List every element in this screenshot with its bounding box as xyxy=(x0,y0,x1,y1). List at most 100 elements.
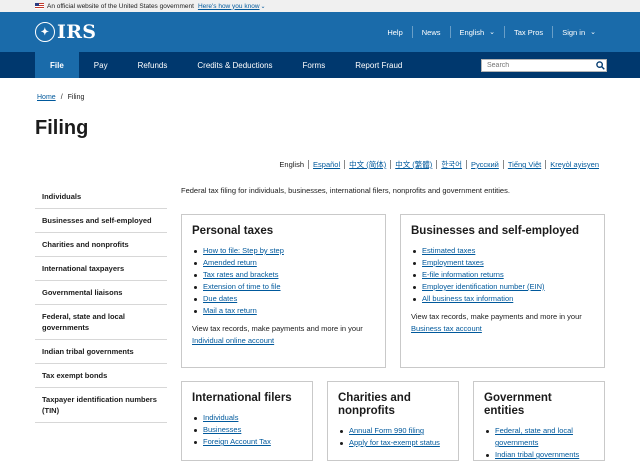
how-to-file-link[interactable]: How to file: Step by step xyxy=(203,246,284,255)
employment-taxes-link[interactable]: Employment taxes xyxy=(422,258,484,267)
page-title: Filing xyxy=(35,117,89,139)
list-item: Employer identification number (EIN) xyxy=(411,281,594,293)
list-item: E-file information returns xyxy=(411,269,594,281)
sidebar-item-charities[interactable]: Charities and nonprofits xyxy=(35,233,167,257)
note-text: View tax records, make payments and more… xyxy=(411,312,582,321)
government-entities-card: Government entities Federal, state and l… xyxy=(473,381,605,461)
list-item: Mail a tax return xyxy=(192,305,375,317)
nav-refunds[interactable]: Refunds xyxy=(123,52,183,78)
sidebar-item-individuals[interactable]: Individuals xyxy=(35,185,167,209)
nav-credits-deductions[interactable]: Credits & Deductions xyxy=(182,52,287,78)
card-title: Personal taxes xyxy=(192,225,274,237)
list-item: Indian tribal governments xyxy=(484,449,594,461)
link-list: Annual Form 990 filing Apply for tax-exe… xyxy=(338,425,448,449)
link-list: Federal, state and local governments Ind… xyxy=(484,425,594,461)
due-dates-link[interactable]: Due dates xyxy=(203,294,237,303)
sidebar-item-international[interactable]: International taxpayers xyxy=(35,257,167,281)
lang-haitian-creole[interactable]: Kreyòl ayisyen xyxy=(550,160,599,169)
intl-businesses-link[interactable]: Businesses xyxy=(203,425,241,434)
foreign-account-tax-link[interactable]: Foreign Account Tax xyxy=(203,437,271,446)
site-header: ✦ IRS Help News English ⌄ Tax Pros Sign i… xyxy=(0,12,640,52)
card-note: View tax records, make payments and more… xyxy=(192,323,375,347)
language-label: English xyxy=(459,27,485,37)
news-link[interactable]: News xyxy=(411,26,450,38)
list-item: Extension of time to file xyxy=(192,281,375,293)
heres-how-you-know-link[interactable]: Here's how you know xyxy=(198,3,260,10)
lang-russian[interactable]: Русский xyxy=(471,160,499,169)
help-link[interactable]: Help xyxy=(378,26,411,38)
tax-pros-link[interactable]: Tax Pros xyxy=(504,26,552,38)
tax-rates-link[interactable]: Tax rates and brackets xyxy=(203,270,278,279)
sign-in-label: Sign in xyxy=(562,27,586,37)
list-item: Apply for tax-exempt status xyxy=(338,437,448,449)
nav-file[interactable]: File xyxy=(35,52,79,78)
search-box xyxy=(481,58,607,72)
list-item: Individuals xyxy=(192,412,302,424)
lang-english: English xyxy=(279,160,305,169)
chevron-down-icon: ⌄ xyxy=(590,29,596,36)
chevron-down-icon[interactable]: ⌄ xyxy=(261,3,266,10)
card-note: View tax records, make payments and more… xyxy=(411,311,594,335)
extension-link[interactable]: Extension of time to file xyxy=(203,282,281,291)
language-menu[interactable]: English ⌄ xyxy=(449,26,504,38)
lang-spanish[interactable]: Español xyxy=(313,160,340,169)
link-list: Estimated taxes Employment taxes E-file … xyxy=(411,245,594,305)
sidebar-item-businesses[interactable]: Businesses and self-employed xyxy=(35,209,167,233)
lang-korean[interactable]: 한국어 xyxy=(441,160,462,169)
list-item: Employment taxes xyxy=(411,257,594,269)
help-label: Help xyxy=(387,27,403,37)
international-filers-card: International filers Individuals Busines… xyxy=(181,381,313,461)
breadcrumb-current: Filing xyxy=(67,94,85,101)
efile-info-returns-link[interactable]: E-file information returns xyxy=(422,270,504,279)
breadcrumb-home-link[interactable]: Home xyxy=(37,94,56,101)
estimated-taxes-link[interactable]: Estimated taxes xyxy=(422,246,475,255)
intro-text: Federal tax filing for individuals, busi… xyxy=(181,186,510,195)
lang-chinese-simplified[interactable]: 中文 (简体) xyxy=(349,160,386,169)
list-item: Foreign Account Tax xyxy=(192,436,302,448)
form-990-link[interactable]: Annual Form 990 filing xyxy=(349,426,424,435)
breadcrumb: Home / Filing xyxy=(37,94,84,101)
amended-return-link[interactable]: Amended return xyxy=(203,258,257,267)
search-input[interactable] xyxy=(482,61,594,69)
link-list: How to file: Step by step Amended return… xyxy=(192,245,375,317)
nav-forms[interactable]: Forms xyxy=(288,52,341,78)
sidebar-item-tin[interactable]: Taxpayer identification numbers (TIN) xyxy=(35,388,167,423)
link-list: Individuals Businesses Foreign Account T… xyxy=(192,412,302,448)
list-item: Businesses xyxy=(192,424,302,436)
list-item: Amended return xyxy=(192,257,375,269)
lang-chinese-traditional[interactable]: 中文 (繁體) xyxy=(395,160,432,169)
sidebar-item-federal-state-local[interactable]: Federal, state and local governments xyxy=(35,305,167,340)
irs-logo[interactable]: ✦ IRS xyxy=(35,21,96,43)
federal-state-local-link[interactable]: Federal, state and local governments xyxy=(495,426,573,447)
eagle-seal-icon: ✦ xyxy=(35,22,55,42)
list-item: Estimated taxes xyxy=(411,245,594,257)
sidebar-item-governmental-liaisons[interactable]: Governmental liaisons xyxy=(35,281,167,305)
chevron-down-icon: ⌄ xyxy=(489,29,495,36)
sign-in-menu[interactable]: Sign in ⌄ xyxy=(552,26,605,38)
all-business-info-link[interactable]: All business tax information xyxy=(422,294,513,303)
nav-report-fraud[interactable]: Report Fraud xyxy=(340,52,417,78)
apply-tax-exempt-link[interactable]: Apply for tax-exempt status xyxy=(349,438,440,447)
official-gov-banner: An official website of the United States… xyxy=(0,0,640,12)
search-icon[interactable] xyxy=(594,60,606,71)
list-item: Federal, state and local governments xyxy=(484,425,594,449)
mail-return-link[interactable]: Mail a tax return xyxy=(203,306,257,315)
card-title: Businesses and self-employed xyxy=(411,225,580,237)
list-item: All business tax information xyxy=(411,293,594,305)
sidebar-item-indian-tribal[interactable]: Indian tribal governments xyxy=(35,340,167,364)
indian-tribal-link[interactable]: Indian tribal governments xyxy=(495,450,579,459)
intl-individuals-link[interactable]: Individuals xyxy=(203,413,238,422)
tax-pros-label: Tax Pros xyxy=(514,27,544,37)
nav-pay[interactable]: Pay xyxy=(79,52,123,78)
business-account-link[interactable]: Business tax account xyxy=(411,324,482,333)
sidebar-item-tax-exempt-bonds[interactable]: Tax exempt bonds xyxy=(35,364,167,388)
charities-card: Charities and nonprofits Annual Form 990… xyxy=(327,381,459,461)
ein-link[interactable]: Employer identification number (EIN) xyxy=(422,282,545,291)
list-item: How to file: Step by step xyxy=(192,245,375,257)
list-item: Tax rates and brackets xyxy=(192,269,375,281)
lang-vietnamese[interactable]: Tiếng Việt xyxy=(508,160,541,169)
top-links: Help News English ⌄ Tax Pros Sign in ⌄ xyxy=(378,26,605,38)
banner-text: An official website of the United States… xyxy=(47,2,194,10)
sidebar: Individuals Businesses and self-employed… xyxy=(35,185,167,423)
individual-account-link[interactable]: Individual online account xyxy=(192,336,274,345)
